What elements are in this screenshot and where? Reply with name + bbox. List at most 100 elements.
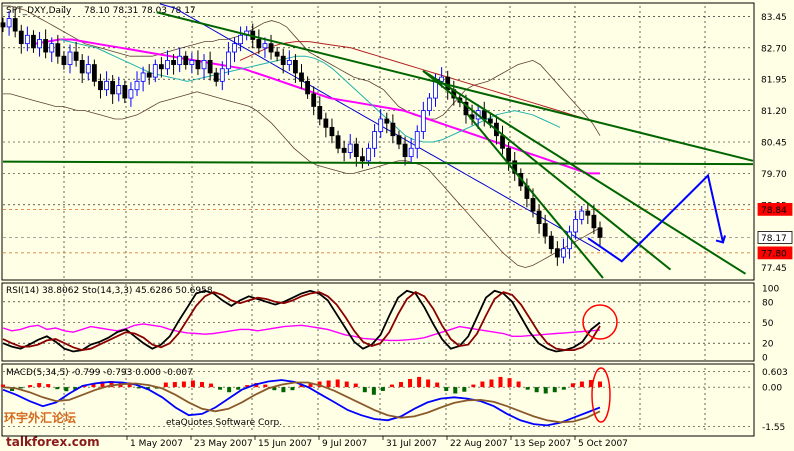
candle-body-96: [585, 210, 591, 216]
candle-body-91: [554, 248, 560, 258]
macd-bar-60: [543, 387, 548, 394]
candle-body-62: [378, 118, 384, 132]
forex-chart: SPT_DXY,Daily 78.10 78.31 78.03 78.17 83…: [0, 0, 794, 451]
macd-bar-38: [344, 381, 349, 388]
rsi-panel-title: RSI(14) 38.8062 Sto(14,3,3) 45.6286 50.6…: [6, 286, 213, 296]
macd-bar-45: [408, 378, 413, 388]
candle-body-2: [12, 18, 18, 32]
macd-bar-50: [453, 387, 458, 394]
macd-bar-63: [570, 383, 575, 388]
candle-body-65: [396, 135, 402, 145]
macd-bar-56: [507, 378, 512, 388]
macd-bar-7: [64, 387, 69, 392]
candle-body-90: [548, 235, 554, 250]
candle-body-50: [305, 80, 310, 95]
rsi-tick-2: 50: [762, 319, 774, 329]
candle-body-61: [372, 131, 378, 149]
candle-body-66: [402, 143, 408, 158]
candle-body-56: [341, 147, 347, 153]
candle-body-68: [414, 131, 420, 149]
candle-body-5: [31, 34, 36, 49]
candle-body-95: [579, 210, 585, 220]
candle-body-51: [311, 93, 317, 107]
macd-bar-24: [218, 387, 223, 390]
candle-body-7: [43, 39, 49, 53]
candle-body-9: [55, 43, 61, 57]
candle-body-59: [360, 156, 365, 162]
macd-bar-31: [281, 387, 286, 393]
macd-bar-53: [480, 381, 485, 388]
macd-bar-32: [290, 387, 295, 391]
macd-bar-48: [435, 382, 440, 388]
candle-body-97: [591, 214, 597, 229]
x-tick-label-2: 15 Jun 2007: [258, 439, 312, 449]
candle-body-52: [317, 106, 323, 120]
macd-bar-44: [399, 382, 403, 388]
candle-body-63: [384, 118, 390, 124]
candle-body-98: [597, 227, 603, 238]
x-tick-label-6: 13 Sep 2007: [514, 439, 571, 449]
candle-body-36: [219, 68, 225, 82]
candle-body-94: [573, 219, 579, 233]
x-tick-label-7: 5 Oct 2007: [578, 439, 628, 449]
candle-body-44: [268, 43, 274, 53]
macd-bar-61: [552, 387, 557, 393]
x-tick-label-0: 1 May 2007: [130, 439, 183, 449]
macd-bar-6: [55, 387, 60, 390]
macd-bar-62: [561, 387, 566, 390]
candle-body-8: [49, 43, 55, 53]
price-tick-4: 80.45: [761, 139, 787, 149]
macd-bar-21: [190, 380, 195, 388]
watermark-cn: 环宇外汇论坛: [4, 410, 76, 425]
macd-bar-55: [498, 376, 503, 388]
candle-body-35: [213, 72, 219, 82]
macd-bar-36: [326, 380, 331, 388]
candle-body-30: [183, 55, 189, 65]
candle-body-34: [207, 60, 213, 74]
candle-body-6: [37, 39, 42, 49]
candle-body-3: [18, 30, 24, 45]
macd-bar-64: [579, 381, 584, 388]
candle-body-29: [177, 55, 183, 65]
candle-body-28: [171, 60, 176, 65]
price-tag-label-8: 78.17: [761, 234, 787, 244]
candle-body-89: [542, 223, 548, 237]
candle-body-0: [0, 22, 6, 28]
candle-body-11: [67, 51, 73, 65]
macd-bar-39: [353, 383, 358, 388]
candle-body-4: [24, 34, 30, 45]
candle-body-20: [122, 85, 128, 99]
candle-body-21: [128, 89, 134, 99]
macd-bar-58: [525, 387, 530, 390]
candle-body-43: [262, 43, 268, 49]
macd-bar-52: [471, 384, 476, 388]
candle-body-1: [6, 18, 12, 28]
macd-bar-2: [19, 387, 24, 389]
macd-bar-3: [28, 385, 33, 388]
macd-bar-54: [489, 379, 494, 388]
macd-tick-0: 0.603: [762, 368, 788, 378]
macd-bar-43: [389, 384, 394, 388]
candle-body-24: [146, 72, 152, 78]
watermark-brand: talkforex.com: [6, 435, 100, 449]
candle-body-12: [73, 51, 79, 61]
macd-bar-4: [37, 383, 42, 388]
candle-body-26: [158, 64, 164, 70]
candle-body-19: [116, 85, 122, 95]
candle-body-57: [347, 143, 353, 153]
candle-body-39: [238, 34, 243, 45]
candle-body-45: [274, 51, 280, 57]
candle-body-64: [390, 122, 396, 137]
macd-bar-22: [200, 382, 204, 388]
price-tick-3: 81.20: [761, 107, 787, 117]
macd-bar-23: [209, 383, 214, 388]
macd-bar-19: [172, 382, 177, 388]
candle-body-14: [85, 64, 91, 74]
candle-body-47: [286, 60, 292, 65]
macd-bar-46: [417, 376, 422, 388]
price-tag-label-9: 77.80: [761, 249, 787, 259]
candle-body-58: [353, 143, 359, 158]
candle-body-69: [420, 110, 426, 132]
macd-bar-59: [534, 387, 539, 393]
macd-tick-1: 0.00: [762, 384, 782, 394]
